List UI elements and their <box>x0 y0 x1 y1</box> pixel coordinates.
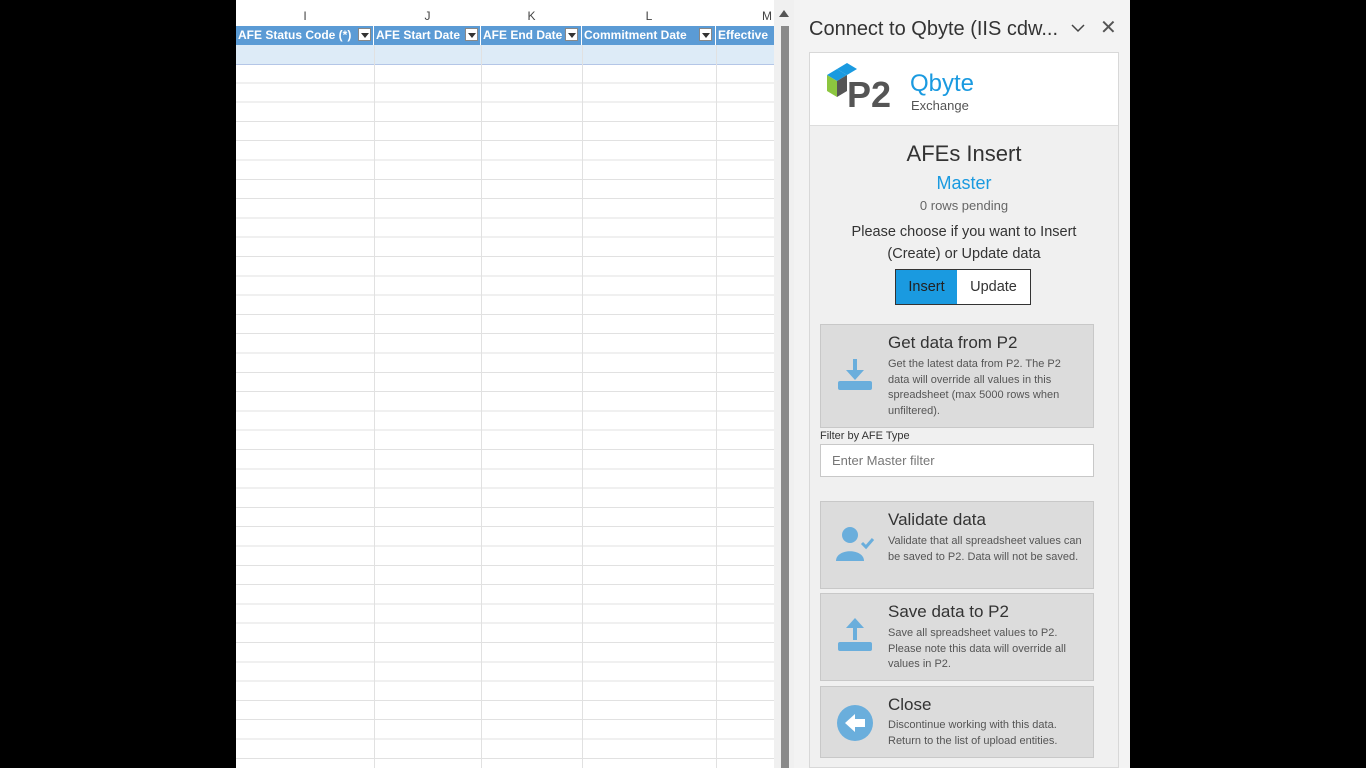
arrow-left-circle-icon <box>837 705 873 741</box>
table-header-label: Commitment Date <box>584 28 687 42</box>
spreadsheet-area[interactable]: I J K L M AFE Status Code (*) AFE Start … <box>236 0 774 768</box>
action-description: Save all spreadsheet values to P2. Pleas… <box>888 627 1066 670</box>
user-check-icon <box>836 527 875 561</box>
logo-tagline: Exchange <box>911 98 969 113</box>
table-header-effective[interactable]: Effective <box>716 26 774 45</box>
scroll-up-arrow-icon[interactable] <box>779 10 789 17</box>
filter-dropdown-icon[interactable] <box>699 28 712 41</box>
grid-cells[interactable] <box>236 64 774 768</box>
filter-dropdown-icon[interactable] <box>565 28 578 41</box>
table-header-label: Effective <box>718 28 769 42</box>
filter-dropdown-icon[interactable] <box>465 28 478 41</box>
master-filter-input[interactable] <box>820 444 1094 477</box>
column-header-k[interactable]: K <box>481 6 582 26</box>
action-description: Discontinue working with this data. Retu… <box>888 719 1058 747</box>
action-title: Save data to P2 <box>888 602 1009 621</box>
action-description: Get the latest data from P2. The P2 data… <box>888 358 1061 417</box>
column-divider <box>374 45 375 768</box>
logo-mark: P2 <box>847 74 891 113</box>
table-header-afe-start-date[interactable]: AFE Start Date <box>374 26 481 45</box>
action-title: Validate data <box>888 510 986 529</box>
qbyte-panel: P2 Qbyte Exchange AFEs Insert Master 0 r… <box>809 52 1119 768</box>
table-row[interactable] <box>236 45 774 65</box>
download-icon <box>838 359 872 390</box>
validate-data-button[interactable]: Validate data Validate that all spreadsh… <box>820 501 1094 589</box>
action-description: Validate that all spreadsheet values can… <box>888 535 1082 563</box>
insert-update-toggle: Insert Update <box>895 269 1031 305</box>
column-header-l[interactable]: L <box>582 6 716 26</box>
table-header-commitment-date[interactable]: Commitment Date <box>582 26 716 45</box>
filter-label: Filter by AFE Type <box>820 430 910 442</box>
table-header-label: AFE Start Date <box>376 28 461 42</box>
action-title: Close <box>888 695 932 714</box>
get-data-button[interactable]: Get data from P2 Get the latest data fro… <box>820 324 1094 428</box>
p2-logo-icon: P2 <box>827 63 891 113</box>
table-header-afe-end-date[interactable]: AFE End Date <box>481 26 582 45</box>
table-header-label: AFE Status Code (*) <box>238 28 352 42</box>
scrollbar-thumb[interactable] <box>781 26 789 768</box>
column-header-i[interactable]: I <box>236 6 374 26</box>
page-title: AFEs Insert <box>906 141 1022 166</box>
task-pane: Connect to Qbyte (IIS cdw... ✕ P2 Qbyte … <box>794 0 1130 768</box>
close-icon[interactable]: ✕ <box>1100 18 1117 38</box>
update-button[interactable]: Update <box>957 270 1030 304</box>
column-divider <box>582 45 583 768</box>
logo-product: Qbyte <box>910 70 975 97</box>
column-header-j[interactable]: J <box>374 6 481 26</box>
chevron-down-icon[interactable] <box>1070 20 1086 36</box>
mode-instructions: Please choose if you want to Insert (Cre… <box>851 224 1077 262</box>
vertical-scrollbar[interactable] <box>774 0 794 768</box>
pending-count: 0 rows pending <box>919 198 1009 213</box>
action-title: Get data from P2 <box>888 333 1018 352</box>
filter-dropdown-icon[interactable] <box>358 28 371 41</box>
close-button[interactable]: Close Discontinue working with this data… <box>820 686 1094 758</box>
table-header-label: AFE End Date <box>483 28 563 42</box>
column-divider <box>481 45 482 768</box>
pane-title: Connect to Qbyte (IIS cdw... <box>809 18 1059 40</box>
upload-icon <box>838 618 872 651</box>
column-header-m[interactable]: M <box>716 6 774 26</box>
insert-button[interactable]: Insert <box>896 270 957 304</box>
screen-border <box>1130 0 1366 768</box>
save-data-button[interactable]: Save data to P2 Save all spreadsheet val… <box>820 593 1094 681</box>
table-header-afe-status-code[interactable]: AFE Status Code (*) <box>236 26 374 45</box>
page-subtitle: Master <box>936 173 992 193</box>
logo-header: P2 Qbyte Exchange <box>810 53 1118 126</box>
column-divider <box>716 45 717 768</box>
